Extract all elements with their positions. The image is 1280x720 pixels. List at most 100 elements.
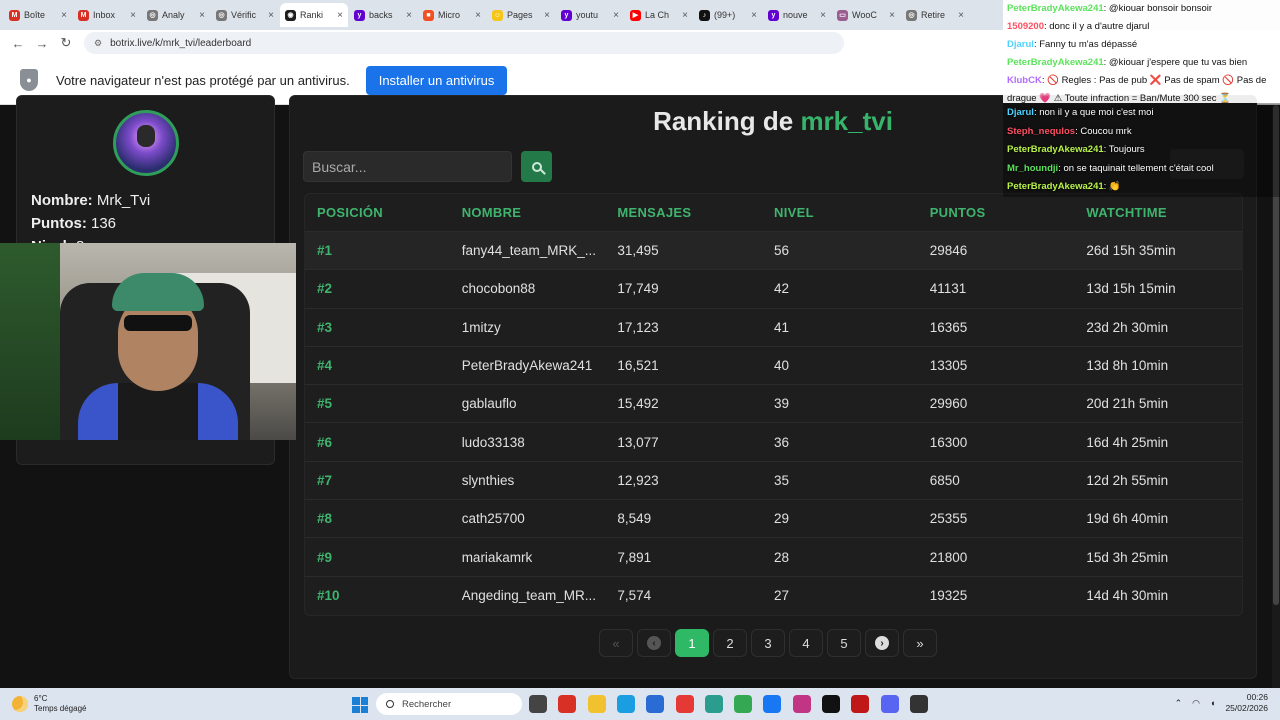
chat-username[interactable]: Djarul (1007, 39, 1034, 50)
chat-username[interactable]: 1509200 (1007, 21, 1044, 32)
terminal-icon[interactable] (909, 695, 928, 713)
header-name[interactable]: NOMBRE (462, 205, 618, 220)
app-teal-icon[interactable] (704, 695, 723, 713)
browser-tab[interactable]: y backs × (349, 3, 417, 27)
browser-tab[interactable]: ▶ La Ch × (625, 3, 693, 27)
tab-favicon-icon: y (561, 9, 572, 21)
close-tab-icon[interactable]: × (544, 10, 550, 21)
tray-chevron-icon[interactable]: ⌃ (1175, 698, 1183, 709)
chrome-icon[interactable] (734, 695, 753, 713)
app-red-icon[interactable] (675, 695, 694, 713)
chat-message: Steph_nequlos: Coucou mrk (1003, 123, 1280, 142)
chat-username[interactable]: PeterBradyAkewa241 (1007, 57, 1104, 68)
page-5-button[interactable]: 5 (827, 629, 861, 657)
browser-tab[interactable]: ◎ Vérific × (211, 3, 279, 27)
clock[interactable]: 00:26 25/02/2026 (1225, 692, 1268, 714)
prev-page-button[interactable]: ‹ (637, 629, 671, 657)
edge-icon[interactable] (616, 695, 635, 713)
site-info-icon[interactable]: ⚙ (94, 38, 102, 49)
browser-tab[interactable]: ◎ Analy × (142, 3, 210, 27)
first-page-button[interactable]: « (599, 629, 633, 657)
chat-username[interactable]: KlubCK (1007, 75, 1042, 86)
browser-tab[interactable]: ▭ WooC × (832, 3, 900, 27)
close-tab-icon[interactable]: × (958, 10, 964, 21)
task-view-icon[interactable] (529, 695, 547, 713)
start-menu-icon[interactable] (352, 697, 368, 713)
forward-icon[interactable]: → (30, 36, 54, 51)
header-messages[interactable]: MENSAJES (617, 205, 774, 220)
weather-widget[interactable]: 6°C Temps dégagé (12, 694, 86, 714)
tab-favicon-icon: M (78, 9, 89, 21)
browser-tab[interactable]: y youtu × (556, 3, 624, 27)
mcafee-icon[interactable] (851, 695, 870, 713)
close-tab-icon[interactable]: × (613, 10, 619, 21)
close-tab-icon[interactable]: × (475, 10, 481, 21)
close-tab-icon[interactable]: × (820, 10, 826, 21)
browser-tab[interactable]: M Boîte × (4, 3, 72, 27)
header-position[interactable]: POSICIÓN (305, 205, 462, 220)
messages-cell: 16,521 (617, 358, 659, 374)
chrome-alt-icon[interactable] (558, 695, 577, 713)
next-page-button[interactable]: › (865, 629, 899, 657)
close-tab-icon[interactable]: × (406, 10, 412, 21)
url-field[interactable]: ⚙ botrix.live/k/mrk_tvi/leaderboard (84, 32, 844, 54)
header-points[interactable]: PUNTOS (930, 205, 1087, 220)
leaderboard-table: POSICIÓN NOMBRE MENSAJES NIVEL PUNTOS WA… (304, 193, 1243, 616)
page-2-button[interactable]: 2 (713, 629, 747, 657)
last-page-button[interactable]: » (903, 629, 937, 657)
watchtime-cell: 20d 21h 5min (1086, 396, 1169, 412)
page-3-button[interactable]: 3 (751, 629, 785, 657)
install-antivirus-button[interactable]: Installer un antivirus (365, 65, 508, 95)
messages-cell: 15,492 (617, 396, 659, 412)
chat-text: : @kiouar j'espere que tu vas bien (1103, 57, 1248, 68)
search-button[interactable] (521, 151, 552, 182)
close-tab-icon[interactable]: × (130, 10, 136, 21)
close-tab-icon[interactable]: × (337, 10, 343, 21)
discord-icon[interactable] (880, 695, 899, 713)
table-row: #6 ludo33138 13,077 36 16300 16d 4h 25min (305, 423, 1242, 462)
page-1-button[interactable]: 1 (675, 629, 709, 657)
facebook-icon[interactable] (763, 695, 782, 713)
back-icon[interactable]: ← (6, 36, 30, 51)
browser-tab[interactable]: ♪ (99+) × (694, 3, 762, 27)
tiktok-icon[interactable] (822, 695, 840, 713)
instagram-icon[interactable] (792, 695, 811, 713)
chat-username[interactable]: Djarul (1007, 107, 1034, 118)
reload-icon[interactable]: ↻ (54, 35, 78, 51)
taskbar-search[interactable]: Rechercher (376, 693, 522, 715)
close-tab-icon[interactable]: × (268, 10, 274, 21)
tab-title: (99+) (714, 10, 736, 20)
header-level[interactable]: NIVEL (774, 205, 930, 220)
chat-username[interactable]: PeterBradyAkewa241 (1007, 3, 1104, 14)
browser-tab[interactable]: M Inbox × (73, 3, 141, 27)
close-tab-icon[interactable]: × (682, 10, 688, 21)
file-explorer-icon[interactable] (587, 695, 606, 713)
points-cell: 21800 (929, 549, 968, 565)
browser-tab[interactable]: ☺ Pages × (487, 3, 555, 27)
close-tab-icon[interactable]: × (889, 10, 895, 21)
name-value: Mrk_Tvi (96, 192, 151, 209)
chat-username[interactable]: Steph_nequlos (1007, 126, 1075, 137)
close-tab-icon[interactable]: × (199, 10, 205, 21)
tab-favicon-icon: ▶ (630, 9, 641, 21)
network-icon[interactable]: ◠ (1192, 698, 1200, 709)
level-cell: 42 (774, 281, 790, 297)
chat-text: : @kiouar bonsoir bonsoir (1103, 3, 1213, 14)
close-tab-icon[interactable]: × (751, 10, 757, 21)
table-row: #3 1mitzy 17,123 41 16365 23d 2h 30min (305, 309, 1242, 347)
store-icon[interactable] (646, 695, 665, 713)
chat-username[interactable]: PeterBradyAkewa241 (1007, 181, 1104, 192)
page-4-button[interactable]: 4 (789, 629, 823, 657)
header-watchtime[interactable]: WATCHTIME (1086, 205, 1242, 220)
tab-favicon-icon: y (354, 9, 365, 21)
chat-username[interactable]: Mr_houndji (1007, 163, 1058, 174)
browser-tab[interactable]: ◉ Ranki × (280, 3, 348, 27)
browser-tab[interactable]: ■ Micro × (418, 3, 486, 27)
search-input[interactable] (303, 151, 512, 182)
volume-icon[interactable]: ◖ (1210, 698, 1215, 708)
points-cell: 19325 (929, 588, 968, 604)
browser-tab[interactable]: ◎ Retire × (901, 3, 969, 27)
close-tab-icon[interactable]: × (61, 10, 67, 21)
chat-username[interactable]: PeterBradyAkewa241 (1007, 144, 1104, 155)
browser-tab[interactable]: y nouve × (763, 3, 831, 27)
